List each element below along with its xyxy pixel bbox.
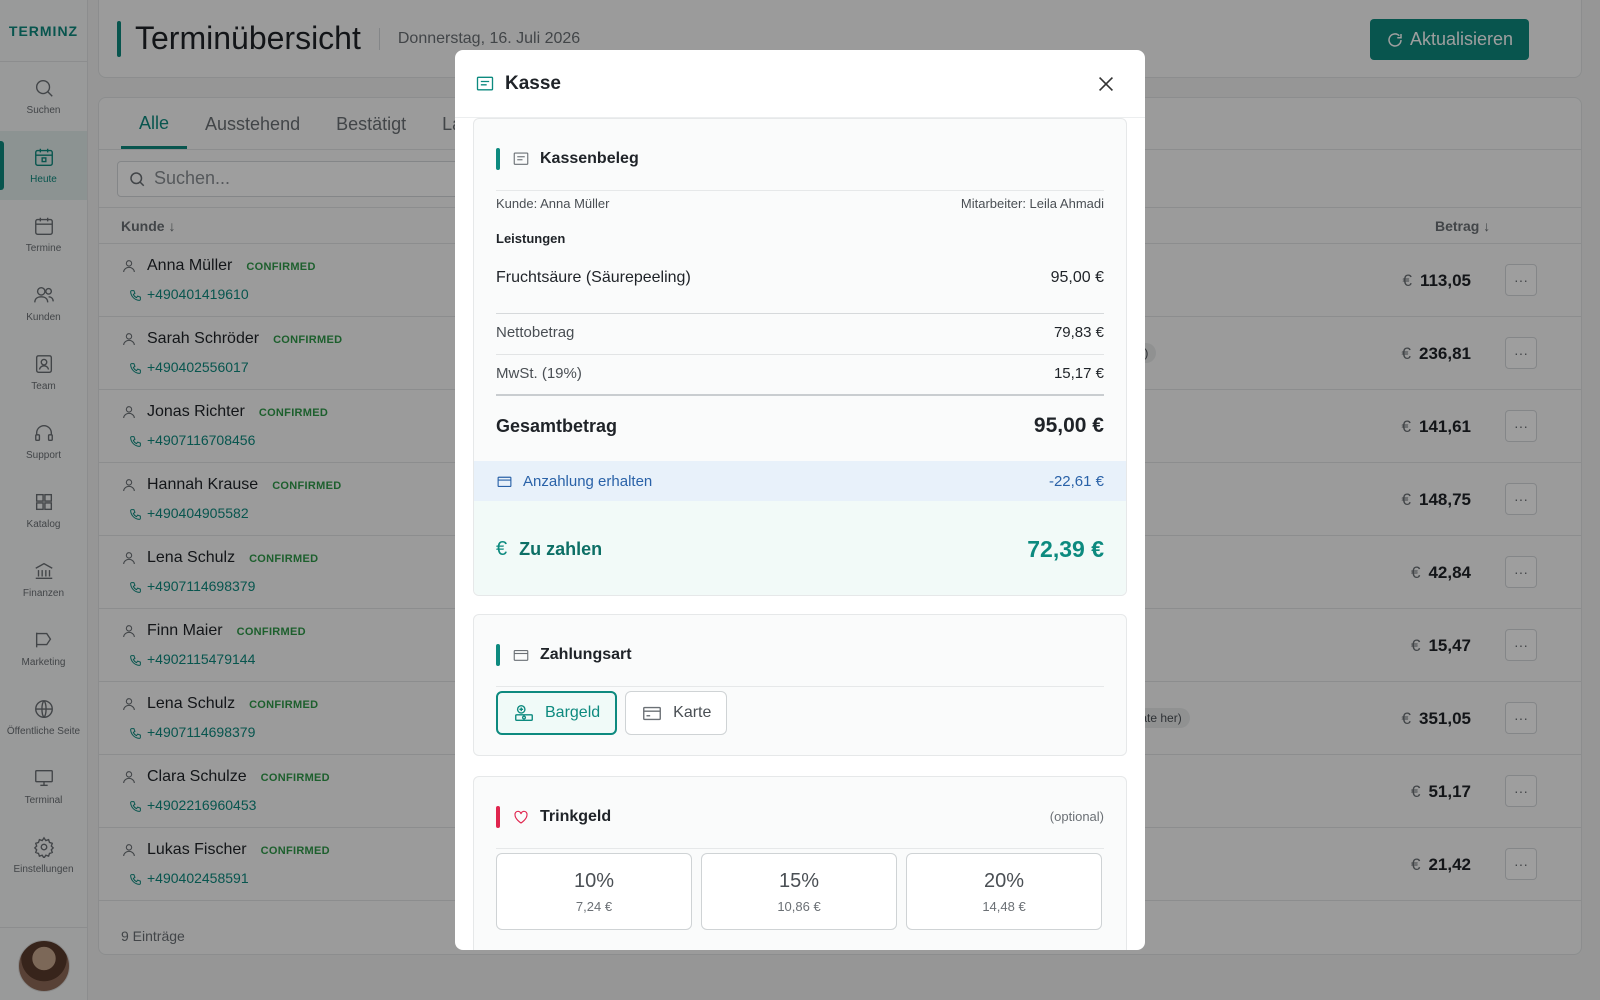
receipt-customer: Kunde: Anna Müller <box>496 196 610 211</box>
section-accent-bar <box>496 805 500 828</box>
cash-icon <box>515 704 533 722</box>
tip-percent: 15% <box>778 869 820 892</box>
checkout-modal: Kasse Kassenbeleg Kunde: Anna Müller Mit… <box>455 50 1145 950</box>
payment-title: Zahlungsart <box>540 645 632 663</box>
tip-card-header: Trinkgeld (optional) <box>496 799 1104 849</box>
receipt-employee: Mitarbeiter: Leila Ahmadi <box>960 196 1104 211</box>
service-name: Fruchtsäure (Säurepeeling) <box>496 269 691 286</box>
card-icon <box>497 476 512 487</box>
tip-options: 10% 7,24 € 15% 10,86 € 20% 14,48 € <box>496 853 1102 930</box>
receipt-icon <box>513 151 529 165</box>
total-label: Gesamtbetrag <box>496 415 618 436</box>
receipt-title: Kassenbeleg <box>540 149 639 167</box>
services-heading: Leistungen <box>496 231 566 246</box>
vat-value: 15,17 € <box>1053 365 1104 382</box>
amount-due-row: € Zu zahlen 72,39 € <box>474 501 1126 595</box>
payment-option-label: Karte <box>673 704 712 721</box>
tip-amount: 7,24 € <box>575 898 613 914</box>
receipt-card: Kassenbeleg Kunde: Anna Müller Mitarbeit… <box>473 118 1127 596</box>
service-price: 95,00 € <box>1050 269 1104 286</box>
section-accent-bar <box>496 147 500 170</box>
deposit-label: Anzahlung erhalten <box>523 472 653 490</box>
tip-amount: 14,48 € <box>982 898 1026 914</box>
payment-option-label: Bargeld <box>545 704 601 721</box>
payment-method-card: Zahlungsart Bargeld Karte <box>473 614 1127 756</box>
net-label: Nettobetrag <box>496 324 575 341</box>
card-icon <box>513 649 529 661</box>
divider <box>496 313 1104 314</box>
tip-percent: 10% <box>573 869 615 892</box>
tip-option-10[interactable]: 10% 7,24 € <box>496 853 692 930</box>
tip-percent: 20% <box>983 869 1025 892</box>
net-amount-line: Nettobetrag 79,83 € <box>496 324 1104 341</box>
tip-option-15[interactable]: 15% 10,86 € <box>701 853 897 930</box>
receipt-card-header: Kassenbeleg <box>496 141 1104 191</box>
receipt-icon <box>476 76 494 90</box>
receipt-meta: Kunde: Anna Müller Mitarbeiter: Leila Ah… <box>496 196 1104 211</box>
tip-amount: 10,86 € <box>777 898 821 914</box>
modal-title: Kasse <box>505 72 561 94</box>
modal-body[interactable]: Kassenbeleg Kunde: Anna Müller Mitarbeit… <box>473 118 1127 950</box>
vat-label: MwSt. (19%) <box>496 365 582 382</box>
card-icon <box>643 706 662 721</box>
service-line: Fruchtsäure (Säurepeeling) 95,00 € <box>496 269 1104 287</box>
divider <box>496 354 1104 355</box>
payment-card-header: Zahlungsart <box>496 637 1104 687</box>
tip-optional-hint: (optional) <box>1049 809 1104 824</box>
amount-due-label: Zu zahlen <box>519 538 603 559</box>
modal-header: Kasse <box>455 50 1145 118</box>
payment-option-karte[interactable]: Karte <box>625 691 728 735</box>
payment-option-bargeld[interactable]: Bargeld <box>496 691 618 735</box>
net-value: 79,83 € <box>1053 324 1104 341</box>
close-icon <box>1098 76 1114 92</box>
divider <box>496 394 1104 396</box>
deposit-value: -22,61 € <box>1048 472 1104 490</box>
tip-card: Trinkgeld (optional) 10% 7,24 € 15% 10,8… <box>473 776 1127 950</box>
tip-option-20[interactable]: 20% 14,48 € <box>906 853 1102 930</box>
vat-line: MwSt. (19%) 15,17 € <box>496 365 1104 382</box>
deposit-row: Anzahlung erhalten -22,61 € <box>474 461 1126 501</box>
heart-icon <box>514 810 528 824</box>
payment-options: Bargeld Karte <box>496 691 728 735</box>
section-accent-bar <box>496 643 500 666</box>
close-button[interactable] <box>1095 73 1117 95</box>
tip-title: Trinkgeld <box>540 807 612 825</box>
total-value: 95,00 € <box>1033 414 1104 437</box>
amount-due-value: 72,39 € <box>1027 535 1104 562</box>
euro-icon: € <box>496 537 508 560</box>
total-line: Gesamtbetrag 95,00 € <box>496 414 1104 438</box>
